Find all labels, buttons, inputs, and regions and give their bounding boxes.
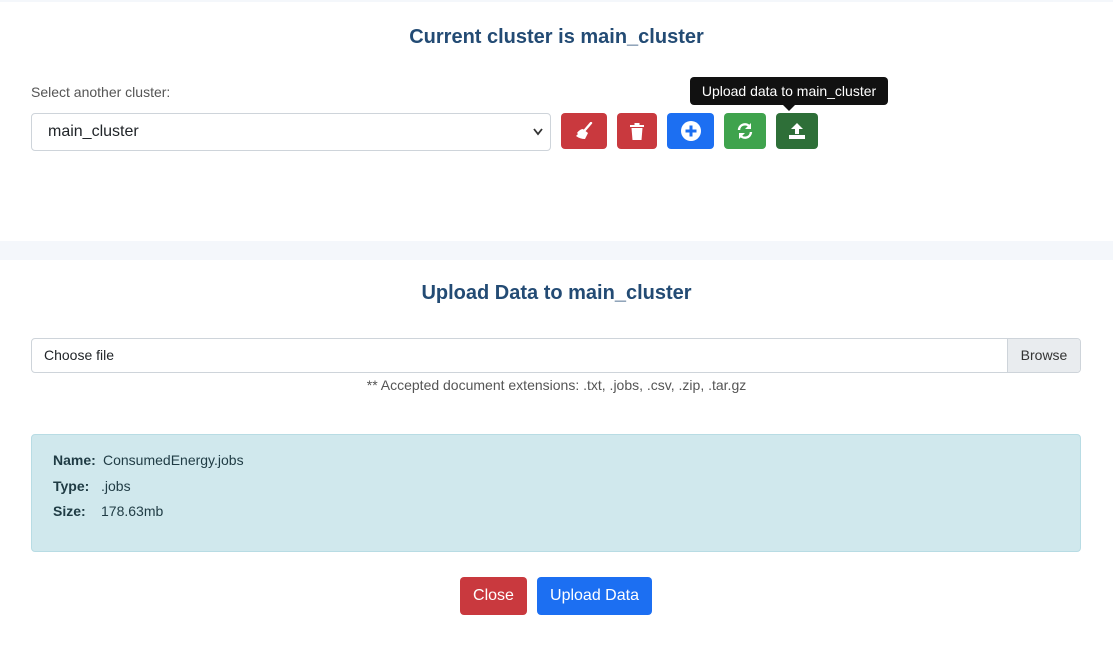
refresh-icon (736, 122, 754, 140)
file-name-label: Name: (53, 452, 96, 468)
file-size-label: Size: (53, 503, 86, 519)
extensions-hint: ** Accepted document extensions: .txt, .… (366, 377, 747, 393)
file-input-placeholder: Choose file (44, 347, 115, 363)
upload-icon (788, 122, 806, 140)
refresh-button[interactable] (724, 113, 766, 149)
upload-data-button[interactable]: Upload Data (537, 577, 652, 615)
broom-icon (574, 122, 594, 140)
upload-tooltip: Upload data to main_cluster (690, 77, 888, 105)
upload-button[interactable] (776, 113, 818, 149)
plus-circle-icon (680, 121, 701, 141)
select-cluster-label: Select another cluster: (31, 84, 171, 100)
file-info-box: Name: ConsumedEnergy.jobs Type: .jobs Si… (31, 434, 1081, 552)
cluster-select-value: main_cluster (48, 123, 139, 140)
file-name-row: Name: ConsumedEnergy.jobs (53, 452, 244, 468)
file-input[interactable]: Choose file Browse (31, 338, 1081, 373)
file-type-value: .jobs (101, 478, 131, 494)
close-button[interactable]: Close (460, 577, 527, 615)
upload-panel: Upload Data to main_cluster Choose file … (0, 260, 1113, 646)
file-name-value: ConsumedEnergy.jobs (103, 452, 244, 468)
file-size-row: Size: 178.63mb (53, 503, 163, 519)
chevron-down-icon (532, 114, 544, 164)
file-type-label: Type: (53, 478, 90, 494)
clear-button[interactable] (561, 113, 607, 149)
file-size-value: 178.63mb (101, 503, 164, 519)
upload-title: Upload Data to main_cluster (421, 282, 692, 304)
cluster-select[interactable]: main_cluster (31, 113, 551, 151)
add-button[interactable] (667, 113, 714, 149)
cluster-panel: Current cluster is main_cluster Select a… (0, 0, 1113, 241)
browse-button[interactable]: Browse (1007, 339, 1080, 372)
page-title: Current cluster is main_cluster (409, 26, 704, 48)
tooltip-arrow (783, 105, 795, 111)
file-type-row: Type: .jobs (53, 478, 131, 494)
trash-icon (630, 122, 644, 140)
delete-button[interactable] (617, 113, 657, 149)
